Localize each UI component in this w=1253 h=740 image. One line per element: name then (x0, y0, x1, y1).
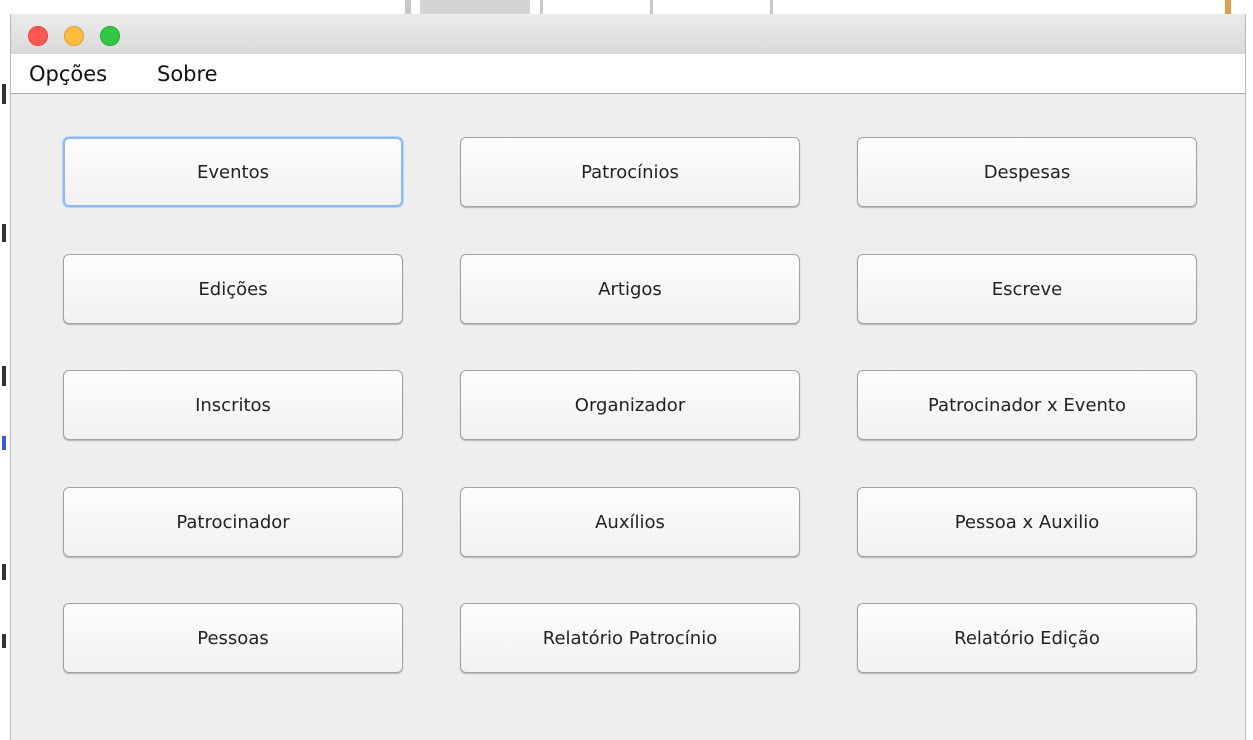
background-mark (2, 84, 6, 104)
background-right-edge (1245, 14, 1253, 740)
background-mark (2, 436, 6, 450)
escreve-button[interactable]: Escreve (857, 254, 1197, 324)
background-window-edge (1225, 0, 1231, 14)
minimize-window-button[interactable] (64, 26, 84, 46)
pessoa-x-auxilio-button[interactable]: Pessoa x Auxilio (857, 487, 1197, 557)
artigos-button[interactable]: Artigos (460, 254, 800, 324)
main-window: Opções Sobre Eventos Patrocínios Despesa… (10, 14, 1246, 740)
background-window-edge (650, 0, 653, 14)
menu-opcoes[interactable]: Opções (29, 62, 107, 86)
background-left-edge (0, 14, 10, 740)
relatorio-patrocinio-button[interactable]: Relatório Patrocínio (460, 603, 800, 673)
menu-sobre[interactable]: Sobre (157, 62, 218, 86)
patrocinios-button[interactable]: Patrocínios (460, 137, 800, 207)
background-desktop (0, 0, 1253, 14)
background-mark (2, 564, 6, 580)
background-mark (2, 634, 6, 648)
close-window-button[interactable] (28, 26, 48, 46)
organizador-button[interactable]: Organizador (460, 370, 800, 440)
edicoes-button[interactable]: Edições (63, 254, 403, 324)
eventos-button[interactable]: Eventos (63, 137, 403, 207)
auxilios-button[interactable]: Auxílios (460, 487, 800, 557)
background-window-edge (770, 0, 773, 14)
maximize-window-button[interactable] (100, 26, 120, 46)
background-window-edge (420, 0, 530, 14)
title-bar[interactable] (11, 14, 1245, 54)
relatorio-edicao-button[interactable]: Relatório Edição (857, 603, 1197, 673)
patrocinador-button[interactable]: Patrocinador (63, 487, 403, 557)
button-grid-panel: Eventos Patrocínios Despesas Edições Art… (11, 94, 1245, 740)
background-mark (2, 224, 6, 242)
inscritos-button[interactable]: Inscritos (63, 370, 403, 440)
background-window-edge (405, 0, 411, 14)
menu-bar: Opções Sobre (11, 54, 1245, 94)
pessoas-button[interactable]: Pessoas (63, 603, 403, 673)
background-window-edge (540, 0, 543, 14)
despesas-button[interactable]: Despesas (857, 137, 1197, 207)
background-mark (2, 366, 6, 386)
patrocinador-x-evento-button[interactable]: Patrocinador x Evento (857, 370, 1197, 440)
